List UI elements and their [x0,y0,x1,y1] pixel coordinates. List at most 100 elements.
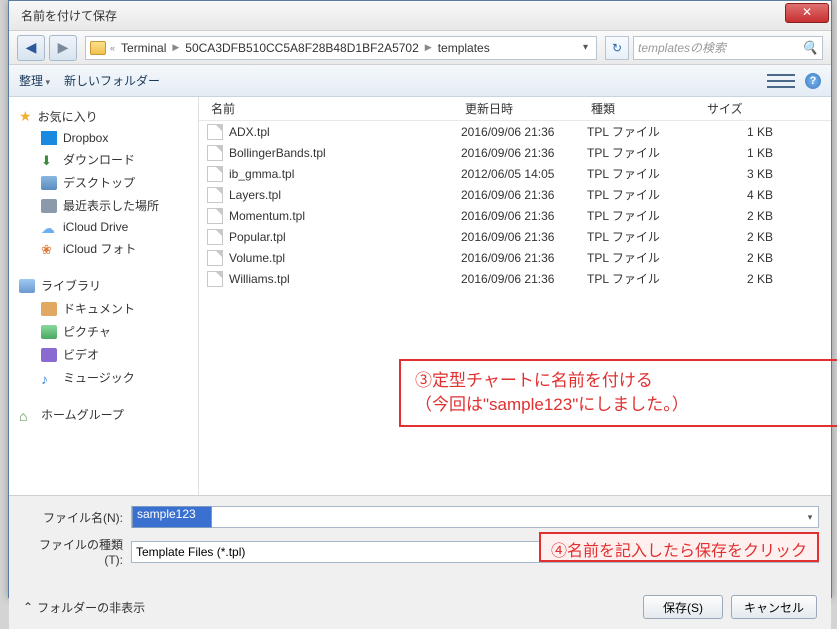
back-button[interactable]: ◀ [17,35,45,61]
navbar: ◀ ▶ « Terminal ▶ 50CA3DFB510CC5A8F28B48D… [9,31,831,65]
dropdown-icon[interactable]: ▾ [802,512,818,523]
save-dialog: 名前を付けて保存 ✕ ◀ ▶ « Terminal ▶ 50CA3DFB510C… [8,0,832,598]
col-type[interactable]: 種類 [587,100,703,117]
organize-menu[interactable]: 整理 [19,72,50,89]
titlebar: 名前を付けて保存 ✕ [9,1,831,31]
music-icon [41,371,57,385]
new-folder-button[interactable]: 新しいフォルダー [64,72,160,89]
annotation-3: ③定型チャートに名前を付ける （今回は"sample123"にしました。） [399,359,837,427]
sidebar-item-desktop[interactable]: デスクトップ [9,171,198,194]
file-date: 2016/09/06 21:36 [461,146,587,160]
sidebar-item-icloud-photo[interactable]: iCloud フォト [9,237,198,260]
search-icon: 🔍 [802,40,818,56]
file-size: 2 KB [703,251,793,265]
column-headers: 名前 更新日時 種類 サイズ [199,97,831,121]
file-date: 2016/09/06 21:36 [461,125,587,139]
file-row[interactable]: ib_gmma.tpl2012/06/05 14:05TPL ファイル3 KB [199,163,831,184]
col-date[interactable]: 更新日時 [461,100,587,117]
close-button[interactable]: ✕ [785,3,829,23]
file-type: TPL ファイル [587,207,703,224]
file-type: TPL ファイル [587,123,703,140]
sidebar-libraries[interactable]: ライブラリ [9,274,198,297]
file-row[interactable]: ADX.tpl2016/09/06 21:36TPL ファイル1 KB [199,121,831,142]
sidebar-item-music[interactable]: ミュージック [9,366,198,389]
file-icon [207,145,223,161]
library-icon [19,279,35,293]
save-button[interactable]: 保存(S) [643,595,723,619]
dropdown-icon[interactable]: ▾ [579,42,592,53]
chevron-right-icon: ▶ [425,42,432,53]
folder-icon [90,41,106,55]
document-icon [41,302,57,316]
file-name: Williams.tpl [229,272,290,286]
sidebar-homegroup[interactable]: ホームグループ [9,403,198,426]
file-type: TPL ファイル [587,228,703,245]
window-title: 名前を付けて保存 [21,7,117,24]
file-size: 2 KB [703,272,793,286]
forward-button[interactable]: ▶ [49,35,77,61]
search-input[interactable]: templatesの検索 🔍 [633,36,823,60]
file-type: TPL ファイル [587,165,703,182]
col-name[interactable]: 名前 [207,100,461,117]
file-icon [207,271,223,287]
annotation-4: ④名前を記入したら保存をクリック [539,532,819,562]
file-size: 1 KB [703,125,793,139]
breadcrumb[interactable]: templates [436,41,492,55]
file-name: BollingerBands.tpl [229,146,326,160]
file-row[interactable]: Momentum.tpl2016/09/06 21:36TPL ファイル2 KB [199,205,831,226]
download-icon [41,153,57,167]
address-bar[interactable]: « Terminal ▶ 50CA3DFB510CC5A8F28B48D1BF2… [85,36,597,60]
breadcrumb[interactable]: Terminal [119,41,168,55]
toolbar: 整理 新しいフォルダー ? [9,65,831,97]
sidebar-item-documents[interactable]: ドキュメント [9,297,198,320]
file-type: TPL ファイル [587,144,703,161]
video-icon [41,348,57,362]
file-row[interactable]: Volume.tpl2016/09/06 21:36TPL ファイル2 KB [199,247,831,268]
picture-icon [41,325,57,339]
file-row[interactable]: Layers.tpl2016/09/06 21:36TPL ファイル4 KB [199,184,831,205]
file-icon [207,187,223,203]
file-row[interactable]: Popular.tpl2016/09/06 21:36TPL ファイル2 KB [199,226,831,247]
file-date: 2016/09/06 21:36 [461,230,587,244]
chevron-up-icon: ⌃ [23,600,33,614]
file-size: 2 KB [703,230,793,244]
sidebar-item-dropbox[interactable]: Dropbox [9,128,198,148]
sidebar-item-icloud[interactable]: iCloud Drive [9,217,198,237]
filename-input-wrap[interactable]: sample123 ▾ [131,506,819,528]
file-name: Volume.tpl [229,251,285,265]
view-icon[interactable] [767,72,795,90]
file-name: ib_gmma.tpl [229,167,294,181]
file-icon [207,124,223,140]
filetype-label: ファイルの種類(T): [21,536,131,567]
sidebar-item-videos[interactable]: ビデオ [9,343,198,366]
desktop-icon [41,176,57,190]
chevron-right-icon: ▶ [172,42,179,53]
filetype-value: Template Files (*.tpl) [132,545,249,559]
hide-folders-toggle[interactable]: ⌃ フォルダーの非表示 [23,599,145,616]
file-date: 2016/09/06 21:36 [461,209,587,223]
home-icon [19,408,35,422]
photo-icon [41,242,57,256]
file-list: 名前 更新日時 種類 サイズ ADX.tpl2016/09/06 21:36TP… [199,97,831,495]
sidebar-favorites[interactable]: ★お気に入り [9,105,198,128]
cancel-button[interactable]: キャンセル [731,595,817,619]
breadcrumb[interactable]: 50CA3DFB510CC5A8F28B48D1BF2A5702 [183,41,420,55]
col-size[interactable]: サイズ [703,100,793,117]
help-icon[interactable]: ? [805,73,821,89]
dropbox-icon [41,131,57,145]
file-row[interactable]: BollingerBands.tpl 2016/09/06 21:36TPL ファ… [199,142,831,163]
footer: ⌃ フォルダーの非表示 保存(S) キャンセル [9,585,831,629]
file-size: 3 KB [703,167,793,181]
sidebar-item-downloads[interactable]: ダウンロード [9,148,198,171]
sidebar-item-recent[interactable]: 最近表示した場所 [9,194,198,217]
file-type: TPL ファイル [587,249,703,266]
refresh-button[interactable]: ↻ [605,36,629,60]
sidebar-item-pictures[interactable]: ピクチャ [9,320,198,343]
file-size: 2 KB [703,209,793,223]
file-icon [207,166,223,182]
file-row[interactable]: Williams.tpl2016/09/06 21:36TPL ファイル2 KB [199,268,831,289]
star-icon: ★ [19,108,32,125]
sidebar: ★お気に入り Dropbox ダウンロード デスクトップ 最近表示した場所 iC… [9,97,199,495]
filename-input[interactable]: sample123 [132,506,212,528]
search-placeholder: templatesの検索 [638,39,726,56]
